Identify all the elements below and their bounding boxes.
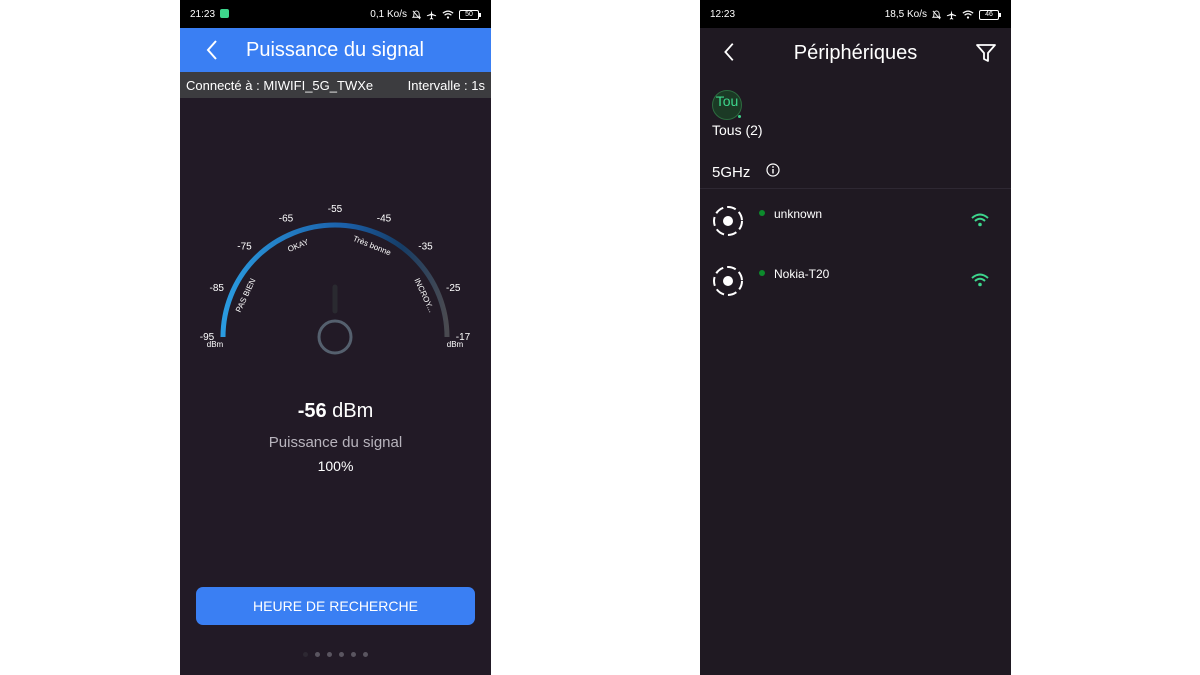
- airplane-icon: [946, 9, 957, 20]
- chip-label: Tou: [715, 93, 739, 109]
- filter-chip-all[interactable]: Tou: [712, 90, 742, 120]
- filter-button[interactable]: [975, 42, 997, 64]
- divider: [700, 188, 1011, 189]
- page-dot[interactable]: [303, 652, 308, 657]
- bell-muted-icon: [932, 9, 941, 20]
- gauge-unit-left: dBm: [207, 340, 224, 349]
- signal-gauge: -95-85-75-65-55-45-35-25-17PAS BIENOKAY T…: [200, 204, 471, 355]
- wifi-status-icon: [962, 10, 974, 19]
- notification-icon: [220, 9, 229, 18]
- gauge-unit-right: dBm: [447, 340, 464, 349]
- net-speed: 0,1 Ko/s: [370, 9, 407, 20]
- page-dot[interactable]: [339, 652, 344, 657]
- info-icon[interactable]: [766, 163, 780, 177]
- net-speed: 18,5 Ko/s: [884, 9, 927, 20]
- gauge-tick-label: -85: [210, 283, 225, 294]
- device-icon: [713, 266, 743, 296]
- app-bar: Puissance du signal: [180, 28, 491, 72]
- page-title: Puissance du signal: [246, 39, 424, 61]
- page-dot[interactable]: [363, 652, 368, 657]
- signal-unit: dBm: [332, 400, 374, 422]
- gauge-hub: [317, 319, 353, 355]
- wifi-icon: [971, 213, 989, 227]
- page-dot[interactable]: [315, 652, 320, 657]
- filter-icon: [976, 44, 996, 62]
- connection-bar: Connecté à : MIWIFI_5G_TWXe Intervalle :…: [180, 72, 491, 98]
- status-bar: 21:23 0,1 Ko/s 50: [180, 0, 491, 28]
- signal-label: Puissance du signal: [268, 434, 403, 451]
- back-button[interactable]: [200, 37, 226, 63]
- gauge-tick-label: -45: [377, 214, 392, 225]
- page-indicator: [180, 652, 491, 657]
- airplane-icon: [426, 9, 437, 20]
- status-time: 12:23: [710, 9, 736, 20]
- wifi-icon: [971, 273, 989, 287]
- device-name: Nokia-T20: [774, 267, 830, 281]
- page-dot[interactable]: [327, 652, 332, 657]
- bell-muted-icon: [412, 9, 421, 20]
- battery-icon: 50: [459, 9, 481, 20]
- gauge-zone-label: OKAY: [286, 237, 310, 254]
- gauge-tick-label: -25: [446, 283, 461, 294]
- gauge-tick-label: -65: [279, 214, 294, 225]
- signal-value: -56: [297, 400, 327, 422]
- status-bar: 12:23 18,5 Ko/s 46: [700, 0, 1011, 28]
- band-label: 5GHz: [712, 164, 751, 181]
- gauge-tick-label: -35: [418, 241, 433, 252]
- gauge-tick-label: -75: [237, 241, 252, 252]
- device-icon: [713, 206, 743, 236]
- online-status-dot: [759, 270, 765, 276]
- signal-strength-screen: 21:23 0,1 Ko/s 50 Puissance du signal Co…: [180, 0, 491, 675]
- devices-screen: 12:23 18,5 Ko/s 46 Périphériques Tou Tou…: [700, 0, 1011, 675]
- page-dot[interactable]: [351, 652, 356, 657]
- battery-icon: 46: [979, 9, 1001, 20]
- device-row[interactable]: unknown: [700, 191, 1011, 249]
- chip-indicator: [738, 115, 741, 118]
- app-bar: Périphériques: [700, 28, 1011, 78]
- status-time: 21:23: [190, 9, 216, 20]
- device-name: unknown: [774, 207, 823, 221]
- signal-percent: 100%: [317, 458, 354, 474]
- refresh-interval: Intervalle : 1s: [407, 78, 485, 93]
- all-devices-count: Tous (2): [712, 122, 763, 138]
- search-time-button[interactable]: HEURE DE RECHERCHE: [196, 587, 475, 625]
- online-status-dot: [759, 210, 765, 216]
- device-row[interactable]: Nokia-T20: [700, 251, 1011, 309]
- connected-network: Connecté à : MIWIFI_5G_TWXe: [186, 78, 374, 93]
- wifi-status-icon: [442, 10, 454, 19]
- page-title: Périphériques: [793, 42, 918, 64]
- gauge-tick-label: -55: [328, 204, 343, 215]
- signal-reading: -56 dBm: [180, 400, 491, 423]
- chevron-left-icon: [206, 40, 217, 60]
